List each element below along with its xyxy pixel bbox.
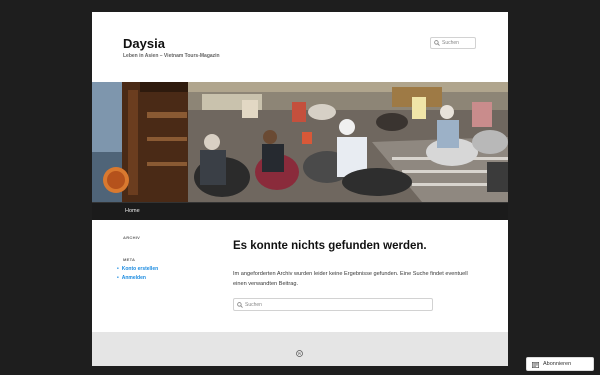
follow-button[interactable]: Abonnieren — [526, 357, 594, 371]
meta-link-login[interactable]: Anmelden — [117, 274, 158, 283]
main-navigation: Home — [92, 202, 508, 220]
header-search-placeholder: Suchen — [442, 40, 459, 46]
site-footer: W — [92, 332, 508, 366]
wordpress-icon[interactable]: W — [296, 344, 303, 362]
no-results-message: Im angeforderten Archiv wurden leider ke… — [233, 271, 468, 287]
page-title: Es konnte nichts gefunden werden. — [233, 240, 427, 252]
nav-item-home[interactable]: Home — [125, 208, 140, 214]
site-description: Leben in Asien – Vietnam Tours-Magazin — [123, 53, 220, 59]
search-icon — [434, 40, 440, 46]
header-search-input[interactable]: Suchen — [430, 37, 476, 49]
search-icon — [237, 301, 243, 308]
content-search-placeholder: Suchen — [245, 301, 262, 308]
header-banner-image — [92, 82, 508, 202]
content-search-input[interactable]: Suchen — [233, 298, 433, 311]
follow-icon — [532, 355, 539, 373]
meta-links-list: Konto erstellen Anmelden — [117, 265, 158, 283]
archive-widget-title: ARCHIV — [123, 235, 141, 240]
page-container: Daysia Leben in Asien – Vietnam Tours-Ma… — [92, 12, 508, 366]
meta-link-register[interactable]: Konto erstellen — [117, 265, 158, 274]
follow-button-label: Abonnieren — [543, 361, 572, 367]
svg-text:W: W — [298, 351, 302, 356]
site-title[interactable]: Daysia — [123, 36, 165, 51]
meta-widget-title: META — [123, 257, 136, 262]
